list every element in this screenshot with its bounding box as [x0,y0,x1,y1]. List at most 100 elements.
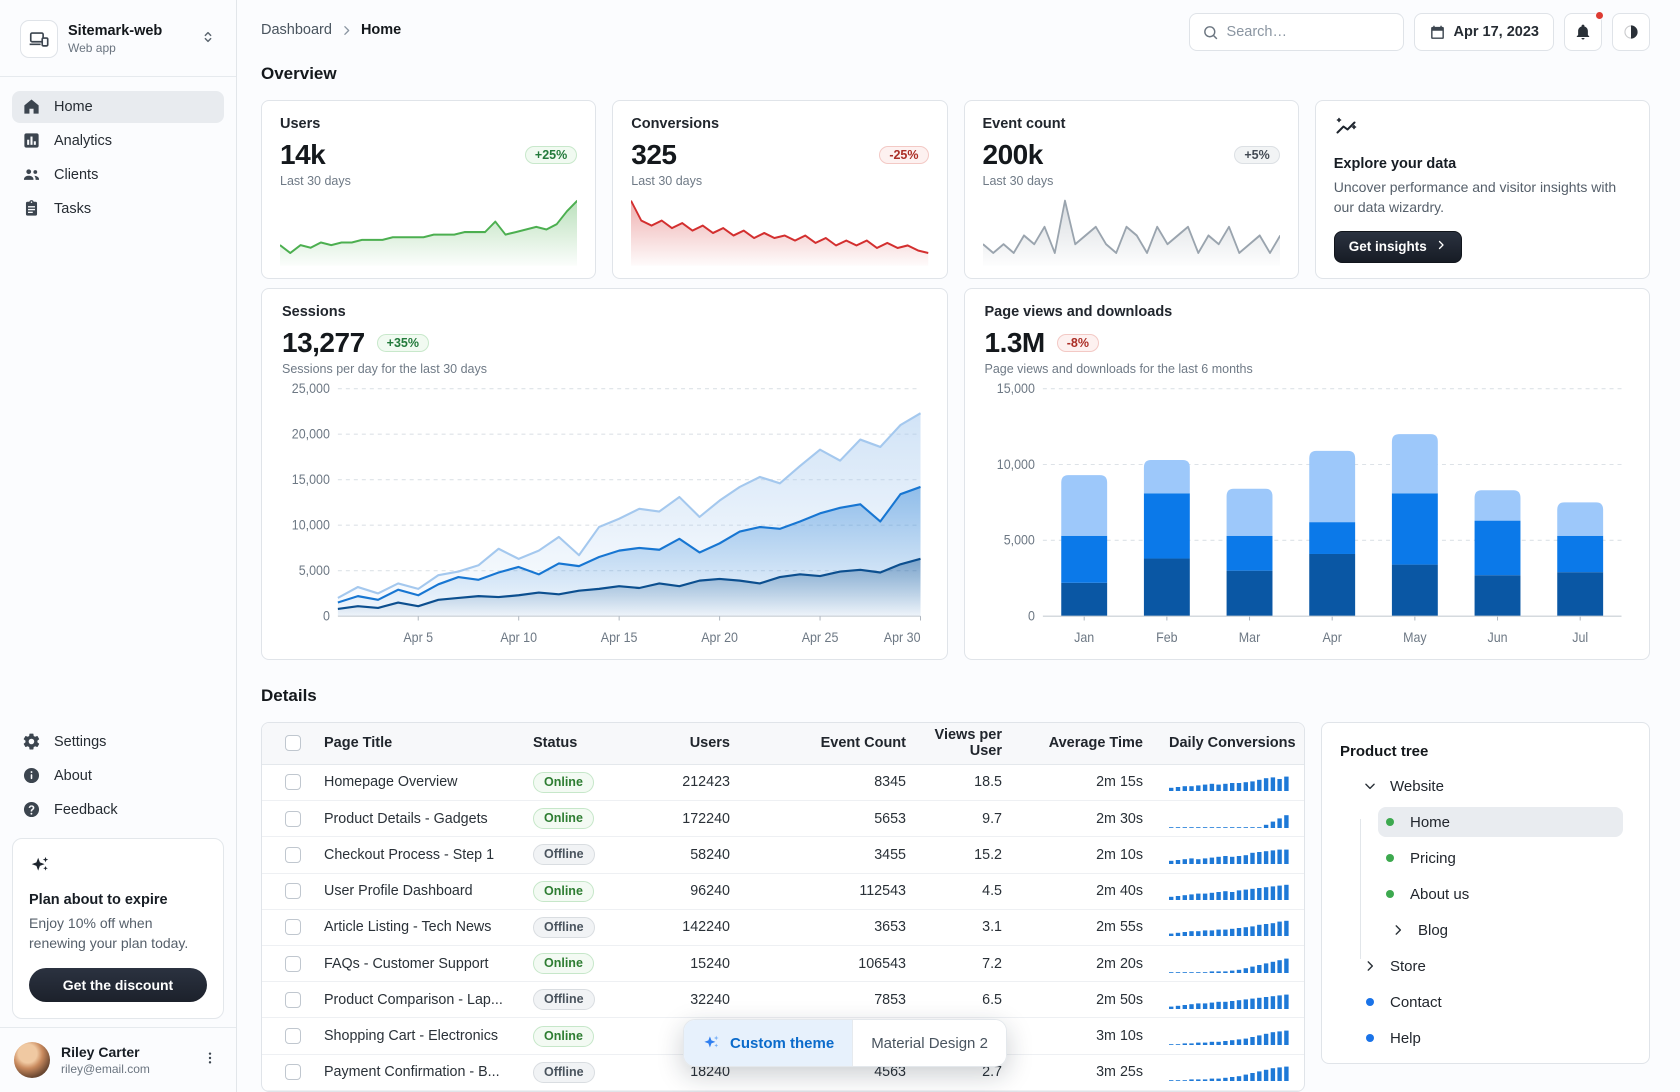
theme-option-custom-theme[interactable]: Custom theme [684,1020,852,1066]
sidebar-item-label: Home [54,99,93,115]
stat-card-conversions[interactable]: Conversions325-25%Last 30 days [612,100,947,279]
dot-icon [1366,998,1374,1006]
sidebar-item-home[interactable]: Home [12,91,224,123]
pageviews-bar-chart: 05,00010,00015,000JanFebMarAprMayJunJul [985,380,1630,653]
sessions-area-chart: 05,00010,00015,00020,00025,000Apr 5Apr 1… [282,380,927,653]
notifications-button[interactable] [1564,13,1602,51]
sidebar-item-analytics[interactable]: Analytics [12,125,224,157]
table-row[interactable]: Product Comparison - Lap...Offline322407… [262,982,1304,1018]
table-row[interactable]: Homepage OverviewOnline212423834518.52m … [262,765,1304,801]
tree-dot-icon [1362,1034,1378,1042]
column-header[interactable]: Page Title [324,735,506,751]
stat-card-sparkline [280,195,577,266]
svg-text:Jul: Jul [1572,630,1588,646]
chevron-right-icon [340,24,353,37]
tree-item-pricing[interactable]: Pricing [1338,840,1633,876]
breadcrumb-dashboard[interactable]: Dashboard [261,22,332,38]
tree-item-about-us[interactable]: About us [1338,876,1633,912]
row-checkbox[interactable] [285,1028,301,1044]
sessions-chart-card: Sessions 13,277 +35% Sessions per day fo… [261,288,948,660]
sidebar-item-clients[interactable]: Clients [12,159,224,191]
search-input-container [1189,13,1404,51]
row-checkbox[interactable] [285,1064,301,1080]
cell-average-time: 2m 50s [1010,992,1151,1008]
column-header[interactable]: Users [678,735,738,751]
cell-page-title: Article Listing - Tech News [324,919,506,935]
get-insights-button[interactable]: Get insights [1334,231,1462,263]
status-badge: Offline [533,917,595,938]
cell-status: Online [506,881,678,902]
tree-item-contact[interactable]: Contact [1338,984,1633,1020]
gear-icon [22,732,42,752]
svg-text:May: May [1403,630,1427,646]
chevron-right-icon [1362,959,1378,973]
dark-mode-toggle[interactable] [1612,13,1650,51]
sidebar-item-tasks[interactable]: Tasks [12,193,224,225]
theme-option-material-design-2[interactable]: Material Design 2 [852,1020,1006,1066]
tree-item-website[interactable]: Website [1338,768,1633,804]
row-checkbox[interactable] [285,919,301,935]
analytics-icon [22,131,42,151]
table-row[interactable]: Article Listing - Tech NewsOffline142240… [262,910,1304,946]
svg-text:5,000: 5,000 [299,563,330,579]
column-header[interactable]: Status [506,735,678,751]
stat-card-event-count[interactable]: Event count200k+5%Last 30 days [964,100,1299,279]
cell-views-per-user: 4.5 [914,883,1010,899]
tree-item-store[interactable]: Store [1338,948,1633,984]
table-row[interactable]: Product Details - GadgetsOnline172240565… [262,801,1304,837]
daily-conversions-sparkbars [1151,1027,1304,1045]
column-header[interactable]: Daily Conversions [1151,735,1304,751]
cell-event-count: 8345 [738,774,914,790]
sidebar-item-settings[interactable]: Settings [12,726,224,758]
row-checkbox[interactable] [285,883,301,899]
sessions-badge: +35% [377,334,429,352]
insights-icon [1334,116,1358,145]
row-checkbox[interactable] [285,811,301,827]
cell-page-title: Checkout Process - Step 1 [324,847,506,863]
cell-average-time: 2m 10s [1010,847,1151,863]
sidebar-item-feedback[interactable]: Feedback [12,794,224,826]
stat-card-sparkline [631,195,928,266]
dots-vertical-icon[interactable] [198,1046,222,1075]
tree-guide-line [1360,819,1361,959]
svg-text:Mar: Mar [1238,630,1260,646]
dot-icon [1366,1034,1374,1042]
svg-text:25,000: 25,000 [292,381,330,397]
sidebar-item-label: Clients [54,167,98,183]
pageviews-title: Page views and downloads [985,304,1630,320]
get-discount-button[interactable]: Get the discount [29,968,207,1002]
plan-expire-card: Plan about to expire Enjoy 10% off when … [12,838,224,1019]
row-checkbox[interactable] [285,847,301,863]
column-header[interactable]: Views per User [914,727,1010,759]
column-header[interactable]: Event Count [738,735,914,751]
select-all-checkbox[interactable] [285,735,301,751]
row-checkbox[interactable] [285,992,301,1008]
sidebar-item-label: Analytics [54,133,112,149]
user-name: Riley Carter [61,1044,187,1060]
row-checkbox[interactable] [285,956,301,972]
tree-dot-icon [1382,854,1398,862]
stat-card-badge: +25% [525,146,577,164]
tree-item-blog[interactable]: Blog [1338,912,1633,948]
cell-average-time: 2m 40s [1010,883,1151,899]
column-header[interactable]: Average Time [1010,735,1151,751]
table-row[interactable]: Checkout Process - Step 1Offline58240345… [262,837,1304,873]
date-picker-button[interactable]: Apr 17, 2023 [1414,13,1554,51]
tree-item-home[interactable]: Home [1338,804,1633,840]
tree-item-help[interactable]: Help [1338,1020,1633,1056]
product-tree-card: Product tree WebsiteHomePricingAbout usB… [1321,722,1650,1064]
tree-item-label: Website [1390,778,1444,795]
row-checkbox[interactable] [285,774,301,790]
table-row[interactable]: FAQs - Customer SupportOnline15240106543… [262,946,1304,982]
sidebar-item-about[interactable]: About [12,760,224,792]
sidebar-item-label: About [54,768,92,784]
cell-average-time: 2m 20s [1010,956,1151,972]
stat-card-value: 200k [983,139,1043,171]
search-input[interactable] [1227,24,1391,40]
workspace-selector[interactable]: Sitemark-web Web app [12,12,224,66]
stat-card-users[interactable]: Users14k+25%Last 30 days [261,100,596,279]
svg-text:Feb: Feb [1156,630,1177,646]
sessions-caption: Sessions per day for the last 30 days [282,362,927,376]
table-row[interactable]: User Profile DashboardOnline962401125434… [262,874,1304,910]
tree-item-label: Pricing [1410,850,1456,867]
